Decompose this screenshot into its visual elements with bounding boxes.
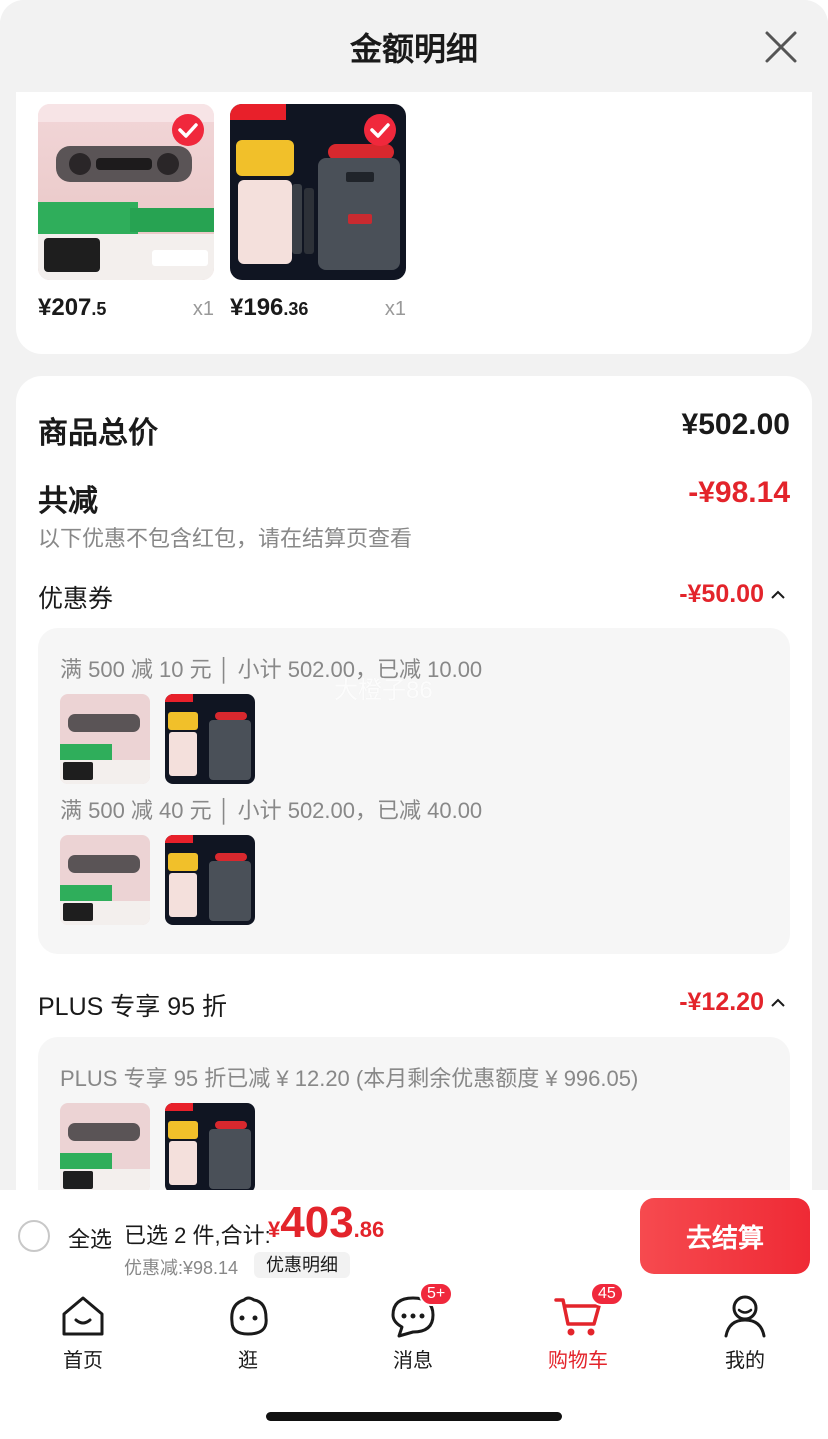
product-price: ¥207.5	[38, 294, 107, 321]
home-icon	[62, 1296, 104, 1336]
select-all-label[interactable]: 全选	[68, 1222, 112, 1254]
profile-icon	[724, 1295, 766, 1338]
total-price-value: ¥502.00	[681, 408, 790, 441]
sheet-title: 金额明细	[349, 31, 478, 67]
sheet-header: 金额明细	[0, 0, 828, 92]
product-item[interactable]: ¥196.36 x1	[230, 104, 406, 321]
product-image-speaker[interactable]	[38, 104, 214, 280]
cart-icon-wrap: 45	[554, 1282, 624, 1340]
price-summary-card: 商品总价 ¥502.00 共减 -¥98.14 以下优惠不包含红包，请在结算页查…	[16, 376, 812, 1297]
message-badge: 5+	[419, 1282, 454, 1306]
product-thumbnail	[165, 694, 255, 784]
product-thumbnail	[60, 694, 150, 784]
coupon-label: 优惠券	[38, 585, 114, 613]
coupon-toggle[interactable]: -¥50.00	[679, 580, 786, 609]
tab-profile[interactable]: 我的	[690, 1292, 800, 1373]
coupon-value: -¥50.00	[679, 580, 764, 608]
discount-detail-button[interactable]: 优惠明细	[254, 1252, 350, 1278]
product-thumbnail	[60, 1103, 150, 1193]
amount-detail-sheet: 金额明细 ¥207.5 x1 ¥196.36 x1 商品总价 ¥502.00 共…	[0, 0, 828, 1439]
tab-label: 消息	[393, 1350, 433, 1372]
message-icon-wrap: 5+	[389, 1282, 454, 1340]
product-quantity: x1	[384, 298, 406, 320]
browse-icon	[230, 1296, 268, 1336]
checkout-bar: 全选 已选 2 件,合计: ¥403.86 优惠减:¥98.14 优惠明细 去结…	[0, 1190, 828, 1280]
plus-detail-text: PLUS 专享 95 折已减 ¥ 12.20 (本月剩余优惠额度 ¥ 996.0…	[60, 1066, 639, 1091]
total-price-label: 商品总价	[38, 417, 158, 450]
plus-discount-value: -¥12.20	[679, 988, 764, 1016]
product-quantity: x1	[192, 298, 214, 320]
total-reduce-value: -¥98.14	[688, 476, 790, 509]
product-thumbnail	[60, 835, 150, 925]
tab-label: 首页	[63, 1350, 103, 1372]
product-item[interactable]: ¥207.5 x1	[38, 104, 214, 321]
checkout-button[interactable]: 去结算	[640, 1198, 810, 1274]
plus-discount-label: PLUS 专享 95 折	[38, 993, 227, 1021]
tab-browse[interactable]: 逛	[193, 1292, 303, 1373]
tab-label: 逛	[238, 1350, 258, 1372]
reduce-note: 以下优惠不包含红包，请在结算页查看	[38, 526, 413, 551]
product-thumbnail	[165, 835, 255, 925]
checked-icon[interactable]	[172, 114, 204, 146]
tab-label: 购物车	[548, 1350, 608, 1372]
tab-cart[interactable]: 45 购物车	[523, 1282, 633, 1373]
close-icon[interactable]	[762, 28, 800, 66]
plus-discount-toggle[interactable]: -¥12.20	[679, 988, 786, 1017]
tab-messages[interactable]: 5+ 消息	[358, 1282, 468, 1373]
select-all-radio[interactable]	[18, 1220, 50, 1252]
product-thumbnail	[165, 1103, 255, 1193]
chevron-up-icon	[771, 998, 785, 1007]
tab-home[interactable]: 首页	[28, 1292, 138, 1373]
checkout-total: ¥403.86	[268, 1198, 385, 1247]
product-list-card: ¥207.5 x1 ¥196.36 x1	[16, 92, 812, 354]
home-indicator[interactable]	[266, 1412, 562, 1421]
product-image-karaoke-speaker[interactable]	[230, 104, 406, 280]
tab-label: 我的	[725, 1350, 765, 1372]
cart-badge: 45	[590, 1282, 624, 1306]
discount-amount-text: 优惠减:¥98.14	[124, 1258, 239, 1278]
product-price: ¥196.36	[230, 294, 309, 321]
coupon-rule: 满 500 减 40 元 │ 小计 502.00，已减 40.00	[60, 798, 483, 823]
watermark: 大橙子86	[334, 677, 433, 704]
selected-count-text: 已选 2 件,合计:	[124, 1223, 271, 1248]
total-reduce-label: 共减	[38, 485, 98, 518]
checked-icon[interactable]	[364, 114, 396, 146]
chevron-up-icon	[771, 590, 785, 599]
